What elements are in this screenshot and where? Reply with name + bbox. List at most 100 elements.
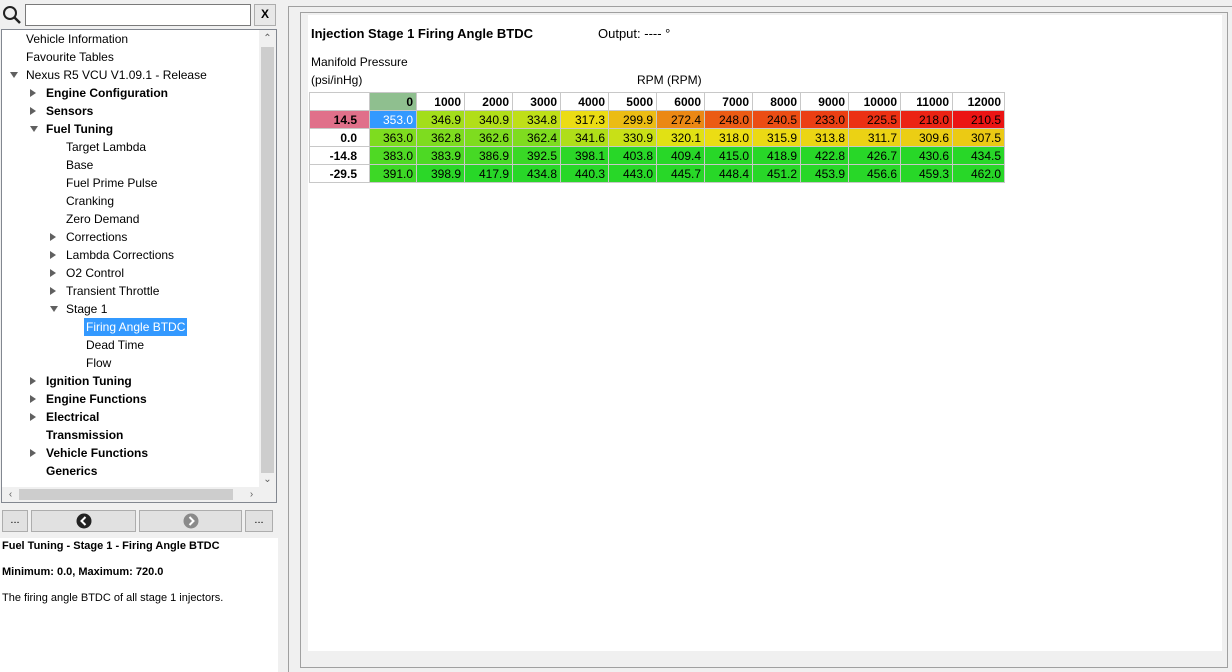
scroll-left-icon[interactable]: ‹ [2,487,19,502]
panel-splitter[interactable] [278,0,288,672]
table-cell[interactable]: 418.9 [752,146,801,165]
column-header[interactable]: 5000 [608,92,657,111]
tree-item[interactable]: Stage 1 [50,300,109,318]
tree-item[interactable]: Target Lambda [64,138,148,156]
search-input[interactable] [25,4,251,26]
table-cell[interactable]: 440.3 [560,164,609,183]
column-header[interactable]: 10000 [848,92,901,111]
column-header[interactable]: 4000 [560,92,609,111]
expand-arrow-icon[interactable] [30,377,36,385]
table-cell[interactable]: 233.0 [800,110,849,129]
table-cell[interactable]: 409.4 [656,146,705,165]
expand-arrow-icon[interactable] [50,233,56,241]
column-header[interactable]: 1000 [416,92,465,111]
hscroll-thumb[interactable] [19,489,233,500]
horizontal-scrollbar[interactable]: ‹ › [2,487,260,502]
tree-item[interactable]: Sensors [30,102,95,120]
column-header[interactable]: 7000 [704,92,753,111]
table-cell[interactable]: 362.8 [416,128,465,147]
expand-arrow-icon[interactable] [50,269,56,277]
table-cell[interactable]: 383.9 [416,146,465,165]
table-cell[interactable]: 451.2 [752,164,801,183]
tree-item[interactable]: Electrical [30,408,101,426]
forward-button[interactable] [139,510,242,532]
fuel-map-table[interactable]: 0 1000 2000 3000 4000 5000 6000 7000 8000 9000 100… [309,92,1005,183]
tree-item[interactable]: Generics [44,462,99,480]
table-cell[interactable]: 218.0 [900,110,953,129]
table-cell[interactable]: 456.6 [848,164,901,183]
tree-item[interactable]: Transient Throttle [50,282,161,300]
table-cell[interactable]: 434.8 [512,164,561,183]
column-header[interactable]: 12000 [952,92,1005,111]
tree-item[interactable]: Favourite Tables [24,48,116,66]
tree-item[interactable]: Cranking [64,192,116,210]
table-cell[interactable]: 391.0 [369,164,417,183]
expand-arrow-icon[interactable] [50,251,56,259]
table-cell[interactable]: 317.3 [560,110,609,129]
tree-item[interactable]: Fuel Tuning [30,120,115,138]
table-cell[interactable]: 307.5 [952,128,1005,147]
row-header[interactable]: -29.5 [309,164,370,183]
tree-item[interactable]: Flow [84,354,113,372]
vertical-scrollbar[interactable]: ⌃ ⌄ [259,30,276,488]
tree-item[interactable]: Corrections [50,228,129,246]
expand-arrow-icon[interactable] [30,413,36,421]
table-cell[interactable]: 448.4 [704,164,753,183]
table-cell[interactable]: 362.6 [464,128,513,147]
row-header[interactable]: 14.5 [309,110,370,129]
tree-item[interactable]: Firing Angle BTDC [84,318,188,336]
tree-item[interactable]: Base [64,156,95,174]
tree-item[interactable]: Engine Functions [30,390,149,408]
collapse-arrow-icon[interactable] [10,72,18,78]
clear-search-button[interactable]: X [254,4,276,26]
scroll-up-icon[interactable]: ⌃ [259,30,276,47]
table-cell[interactable]: 462.0 [952,164,1005,183]
table-cell[interactable]: 309.6 [900,128,953,147]
tree-item[interactable]: Vehicle Functions [30,444,150,462]
table-cell[interactable]: 346.9 [416,110,465,129]
table-cell[interactable]: 313.8 [800,128,849,147]
table-cell[interactable]: 248.0 [704,110,753,129]
table-cell[interactable]: 210.5 [952,110,1005,129]
tree-item[interactable]: Vehicle Information [24,30,130,48]
table-cell[interactable]: 398.1 [560,146,609,165]
table-cell[interactable]: 318.0 [704,128,753,147]
table-cell[interactable]: 315.9 [752,128,801,147]
tree-item[interactable]: O2 Control [50,264,126,282]
column-header[interactable]: 11000 [900,92,953,111]
more-right-button[interactable]: ... [245,510,273,532]
table-cell[interactable]: 459.3 [900,164,953,183]
table-cell[interactable]: 320.1 [656,128,705,147]
tree-item[interactable]: Lambda Corrections [50,246,176,264]
selected-table-cell[interactable]: 353.0 [369,110,417,129]
scroll-down-icon[interactable]: ⌄ [259,471,276,488]
tree-item[interactable]: Ignition Tuning [30,372,134,390]
table-cell[interactable]: 330.9 [608,128,657,147]
table-cell[interactable]: 341.6 [560,128,609,147]
search-icon[interactable] [2,5,22,25]
table-cell[interactable]: 272.4 [656,110,705,129]
table-cell[interactable]: 362.4 [512,128,561,147]
table-cell[interactable]: 445.7 [656,164,705,183]
scroll-right-icon[interactable]: › [243,487,260,502]
expand-arrow-icon[interactable] [30,395,36,403]
table-cell[interactable]: 340.9 [464,110,513,129]
table-cell[interactable]: 453.9 [800,164,849,183]
table-cell[interactable]: 403.8 [608,146,657,165]
column-header[interactable]: 8000 [752,92,801,111]
scroll-thumb[interactable] [261,47,274,473]
collapse-arrow-icon[interactable] [50,306,58,312]
table-cell[interactable]: 392.5 [512,146,561,165]
table-cell[interactable]: 363.0 [369,128,417,147]
table-cell[interactable]: 334.8 [512,110,561,129]
expand-arrow-icon[interactable] [50,287,56,295]
row-header[interactable]: 0.0 [309,128,370,147]
tree-item[interactable]: Nexus R5 VCU V1.09.1 - Release [10,66,209,84]
table-cell[interactable]: 417.9 [464,164,513,183]
table-cell[interactable]: 430.6 [900,146,953,165]
expand-arrow-icon[interactable] [30,89,36,97]
tree-item[interactable]: Transmission [44,426,125,444]
row-header[interactable]: -14.8 [309,146,370,165]
expand-arrow-icon[interactable] [30,449,36,457]
tree-item[interactable]: Engine Configuration [30,84,170,102]
